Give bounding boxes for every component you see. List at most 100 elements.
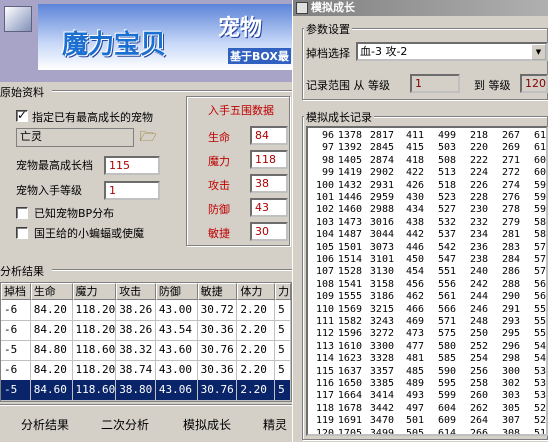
list-item[interactable]: 96 1378 2817 411 499 218 267 61 (308, 129, 546, 142)
list-item[interactable]: 109 1555 3186 462 561 244 290 56 (308, 290, 546, 303)
list-item[interactable]: 106 1514 3101 450 547 238 284 57 (308, 253, 546, 266)
list-item[interactable]: 100 1432 2931 426 518 226 274 59 (308, 179, 546, 192)
stat-input[interactable]: 118 (250, 150, 288, 169)
simulate-growth-button[interactable]: 模拟成长 (172, 412, 242, 438)
list-item[interactable]: 105 1501 3073 446 542 236 283 57 (308, 241, 546, 254)
acquire-level-input[interactable]: 1 (104, 181, 160, 200)
list-cell: 53 (533, 378, 546, 389)
list-item[interactable]: 102 1460 2988 434 527 230 278 59 (308, 203, 546, 216)
table-row[interactable]: -5 84.80 118.60 38.32 43.60 30.76 2.20 5 (1, 340, 291, 361)
table-row[interactable]: -5 84.60 118.60 38.80 43.06 30.76 2.20 5 (1, 380, 291, 401)
bp-known-label: 已知宠物BP分布 (34, 207, 115, 220)
list-item[interactable]: 111 1582 3243 469 571 248 293 55 (308, 315, 546, 328)
list-cell: 537 (437, 229, 456, 241)
analyze-button[interactable]: 分析结果 (14, 412, 76, 438)
acquire-level-label: 宠物入手等级 (16, 184, 82, 197)
list-cell: 1514 (337, 254, 362, 265)
list-item[interactable]: 114 1623 3328 481 585 254 298 54 (308, 352, 546, 365)
list-cell: 3186 (369, 291, 394, 303)
list-cell: 302 (501, 378, 520, 389)
pet-button[interactable]: 精灵 (250, 412, 292, 438)
column-header[interactable]: 攻击 (116, 283, 156, 300)
table-row[interactable]: -6 84.20 118.20 38.26 43.54 30.36 2.20 5 (1, 320, 291, 341)
second-analysis-button[interactable]: 二次分析 (94, 412, 156, 438)
list-item[interactable]: 97 1392 2845 415 503 220 269 61 (308, 141, 546, 154)
list-item[interactable]: 108 1541 3158 456 556 242 288 56 (308, 278, 546, 291)
list-item[interactable]: 116 1650 3385 489 595 258 302 53 (308, 377, 546, 390)
list-item[interactable]: 112 1596 3272 473 575 250 295 55 (308, 327, 546, 340)
list-cell: 415 (405, 142, 424, 154)
column-header[interactable]: 体力 (237, 283, 276, 300)
sim-records-list[interactable]: 96 1378 2817 411 499 218 267 61 97 1392 2845 415 503… (306, 126, 548, 436)
list-item[interactable]: 113 1610 3300 477 580 252 296 54 (308, 340, 546, 353)
list-cell: 54 (533, 340, 546, 352)
list-cell: 561 (437, 291, 456, 303)
list-cell: 2931 (369, 179, 394, 191)
table-row[interactable]: -6 84.20 118.20 38.26 43.00 30.72 2.20 5 (1, 300, 291, 321)
list-item[interactable]: 98 1405 2874 418 508 222 271 60 (308, 154, 546, 167)
list-cell: 220 (469, 142, 488, 154)
stat-input[interactable]: 30 (250, 222, 288, 241)
table-cell: 38.26 (116, 300, 156, 321)
column-header[interactable]: 掉档 (1, 283, 31, 300)
stat-input[interactable]: 38 (250, 174, 288, 193)
folder-open-icon[interactable]: 🗁 (138, 129, 158, 146)
king-pet-checkbox[interactable] (16, 227, 28, 239)
chevron-down-icon[interactable]: ▼ (531, 44, 546, 60)
list-cell: 450 (405, 254, 424, 265)
list-cell: 119 (315, 415, 334, 427)
bp-known-checkbox[interactable] (16, 207, 28, 219)
list-cell: 489 (405, 378, 424, 389)
max-growth-input[interactable]: 115 (104, 156, 160, 175)
column-header[interactable]: 生命 (30, 283, 73, 300)
pet-name-field[interactable]: 亡灵 (16, 128, 134, 147)
list-cell: 1691 (337, 415, 362, 427)
range-to-input[interactable]: 120 (520, 74, 548, 93)
column-header[interactable]: 力 (275, 283, 291, 300)
list-item[interactable]: 117 1664 3414 493 599 260 303 53 (308, 389, 546, 402)
stat-input[interactable]: 84 (250, 126, 288, 145)
list-cell: 456 (405, 278, 424, 290)
column-header[interactable]: 防御 (155, 283, 198, 300)
list-cell: 532 (437, 216, 456, 228)
list-cell: 1610 (337, 340, 362, 352)
table-cell: 84.60 (30, 380, 73, 401)
list-item[interactable]: 103 1473 3016 438 532 232 279 58 (308, 216, 546, 229)
list-cell: 1555 (337, 291, 362, 303)
specify-pet-checkbox[interactable] (16, 108, 28, 122)
table-cell: 2.20 (237, 380, 276, 401)
list-item[interactable]: 110 1569 3215 466 566 246 291 55 (308, 303, 546, 316)
list-cell: 446 (405, 241, 424, 253)
list-cell: 250 (469, 328, 488, 340)
list-item[interactable]: 115 1637 3357 485 590 256 300 53 (308, 365, 546, 378)
list-cell: 300 (501, 365, 520, 377)
range-from-input[interactable]: 1 (410, 74, 460, 93)
list-cell: 3357 (369, 365, 394, 377)
window-title-bar[interactable]: 模拟成长 (293, 0, 548, 16)
table-row[interactable]: -6 84.20 118.20 38.74 43.00 30.36 2.20 5 (1, 360, 291, 381)
list-item[interactable]: 120 1705 3499 505 614 266 308 51 (308, 427, 546, 434)
list-cell: 97 (321, 142, 334, 154)
list-cell: 2988 (369, 204, 394, 216)
list-item[interactable]: 107 1528 3130 454 551 240 286 57 (308, 265, 546, 278)
drop-select-combo[interactable]: 血-3 攻-2 ▼ (356, 42, 548, 61)
list-cell: 3044 (369, 229, 394, 241)
list-item[interactable]: 119 1691 3470 501 609 264 307 52 (308, 414, 546, 427)
list-cell: 296 (501, 340, 520, 352)
list-cell: 248 (469, 316, 488, 327)
column-header[interactable]: 魔力 (72, 283, 117, 300)
table-cell: 38.74 (116, 360, 156, 381)
list-cell: 3300 (369, 340, 394, 352)
section-original-label: 原始资料 (0, 86, 44, 99)
drop-select-label: 掉档选择 (306, 47, 350, 60)
stat-input[interactable]: 43 (250, 198, 288, 217)
list-cell: 262 (469, 402, 488, 414)
list-item[interactable]: 101 1446 2959 430 523 228 276 59 (308, 191, 546, 204)
column-header[interactable]: 敏捷 (197, 283, 238, 300)
list-item[interactable]: 118 1678 3442 497 604 262 305 52 (308, 402, 546, 415)
list-cell: 113 (315, 340, 334, 352)
list-item[interactable]: 99 1419 2902 422 513 224 272 60 (308, 166, 546, 179)
list-cell: 3470 (369, 415, 394, 427)
list-item[interactable]: 104 1487 3044 442 537 234 281 58 (308, 228, 546, 241)
list-cell: 466 (405, 303, 424, 315)
